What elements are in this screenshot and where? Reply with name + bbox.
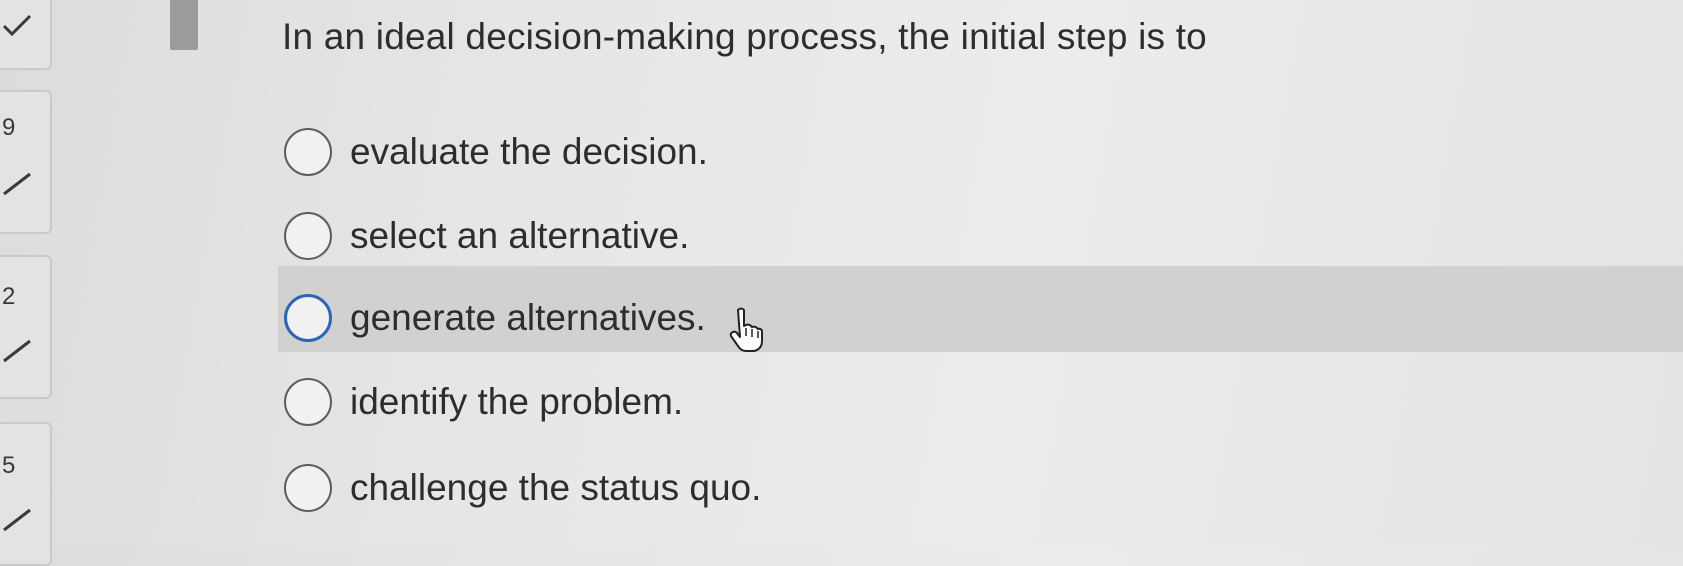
answer-option-label: identify the problem. (350, 381, 684, 422)
hand-pointer-icon (729, 307, 763, 352)
answer-option[interactable]: challenge the status quo. (278, 448, 1683, 528)
radio-button[interactable] (284, 212, 332, 260)
answer-option-label: evaluate the decision. (350, 131, 708, 172)
radio-button[interactable] (284, 378, 332, 426)
nav-box-question-2[interactable]: 2 (0, 255, 52, 399)
checkmark-icon (3, 508, 31, 532)
answer-option[interactable]: identify the problem. (278, 362, 1683, 442)
answer-option[interactable]: select an alternative. (278, 196, 1683, 276)
question-text: In an ideal decision-making process, the… (282, 16, 1207, 57)
radio-button[interactable] (284, 128, 332, 176)
answer-option-hovered[interactable]: generate alternatives. (278, 278, 1683, 358)
checkmark-icon (3, 339, 31, 363)
answer-option-label: select an alternative. (350, 215, 690, 256)
answer-option[interactable]: evaluate the decision. (278, 112, 1683, 192)
radio-button[interactable] (284, 464, 332, 512)
nav-box-question-9[interactable]: 9 (0, 90, 52, 234)
radio-button[interactable] (284, 294, 332, 342)
question-accent-bar (170, 0, 198, 50)
checkmark-icon (3, 172, 31, 196)
nav-box-question-5[interactable]: 5 (0, 422, 52, 566)
answer-option-label: challenge the status quo. (350, 467, 762, 508)
nav-box-previous[interactable] (0, 0, 52, 70)
nav-number: 5 (2, 452, 16, 479)
question-navigator: 9 2 5 (0, 0, 52, 566)
answer-option-label: generate alternatives. (350, 297, 706, 338)
nav-number: 9 (2, 114, 16, 141)
checkmark-icon (2, 14, 32, 37)
nav-number: 2 (2, 283, 16, 310)
